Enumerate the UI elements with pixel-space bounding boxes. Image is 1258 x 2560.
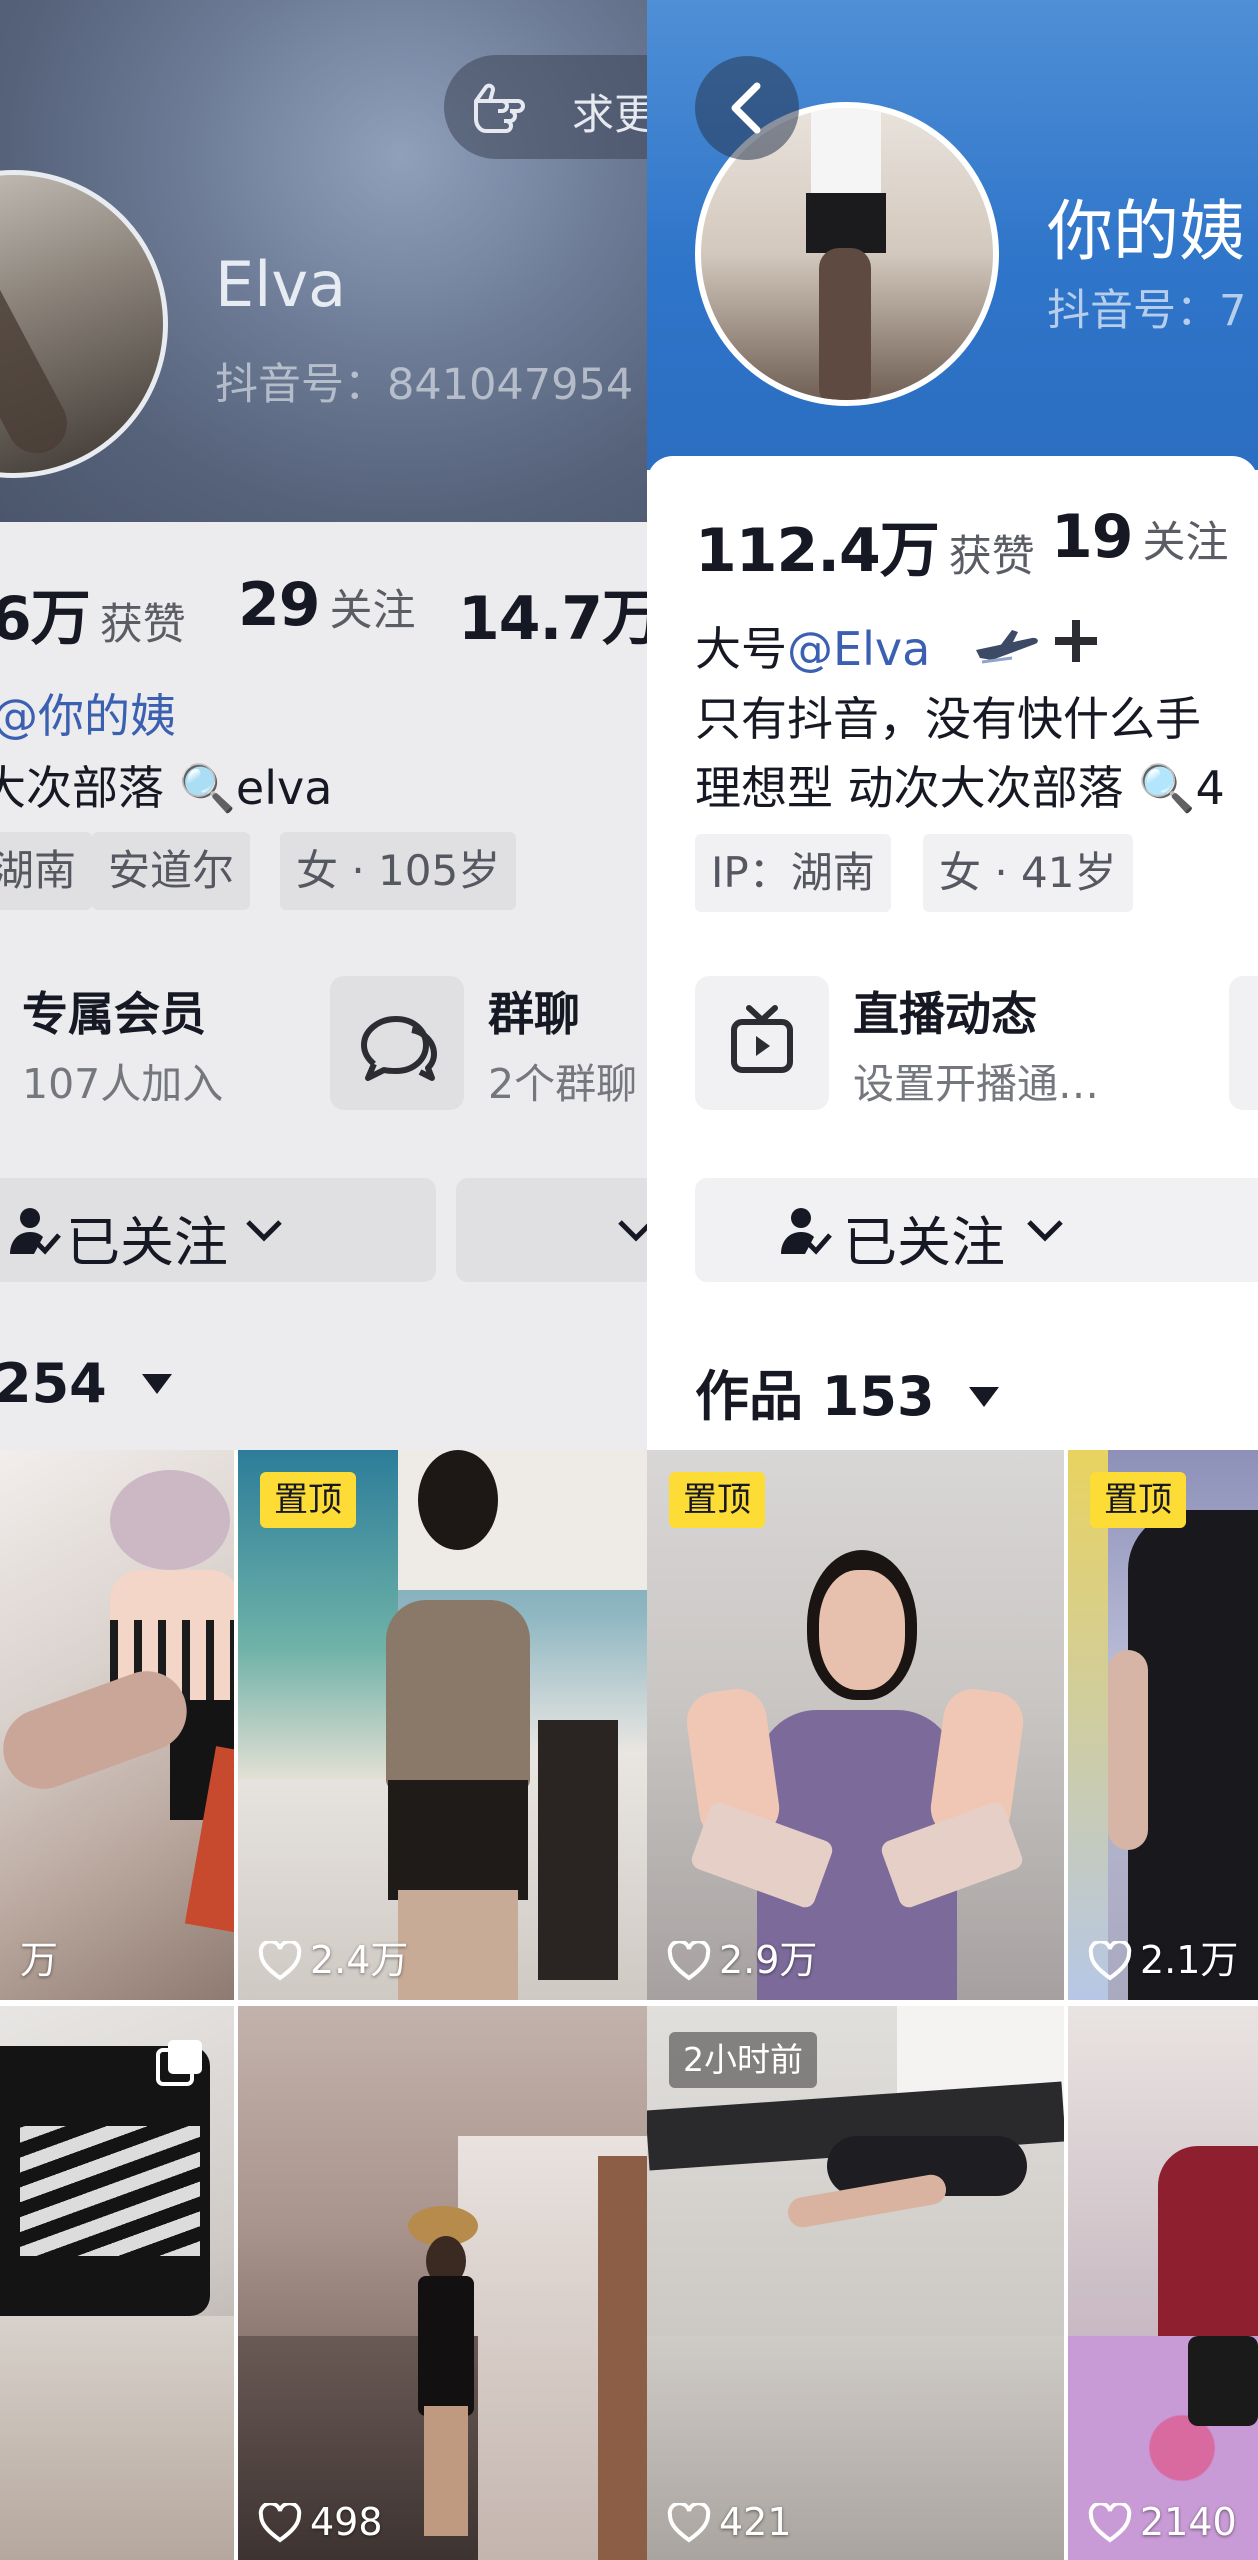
video-like-count: 2.4万 [258,1929,408,1984]
right-works-tab[interactable]: 作品 153 [695,1352,1001,1431]
right-profile-header: 你的姨 抖音号：7 [647,0,1258,470]
right-following-value: 19 [1051,502,1133,572]
right-tag-gender-age: 女 · 41岁 [923,834,1133,912]
live-subtitle: 设置开播通… [853,1060,1099,1108]
video-like-count: 421 [667,2500,792,2544]
video-thumbnail[interactable]: 2小时前 421 [647,2006,1064,2560]
right-profile-body [647,456,1258,1450]
left-nickname: Elva [215,248,347,321]
membership-subtitle: 107人加入 [22,1060,224,1108]
left-tag-location: 湖南 [0,832,93,910]
chevron-down-icon [246,1220,282,1242]
right-nickname: 你的姨 [1047,193,1245,270]
video-thumbnail[interactable] [0,2006,234,2560]
group-chat-icon-box[interactable] [330,976,464,1110]
pinned-badge: 置顶 [1090,1472,1186,1528]
left-followers-value: 14.7万 [458,584,647,654]
back-button[interactable] [695,56,799,160]
video-thumbnail[interactable]: 置顶 2.9万 [647,1450,1064,2000]
video-thumbnail[interactable]: 置顶 2.4万 [238,1450,647,2000]
group-chat-subtitle: 2个群聊 [488,1060,638,1108]
left-following-label: 关注 [329,586,416,636]
left-following-value: 29 [238,570,320,640]
live-icon-box[interactable] [695,976,829,1110]
left-likes-label: 获赞 [99,600,186,650]
heart-icon [1088,1939,1132,1981]
plus-icon [1055,620,1097,662]
video-thumbnail[interactable]: 万 [0,1450,234,2000]
left-follow-label: 已关注 [66,1211,228,1274]
triangle-down-icon [969,1387,1000,1407]
right-bio-mention[interactable]: @Elva [787,622,930,676]
video-like-count: 2.1万 [1088,1929,1238,1984]
right-bio-line-2: 只有抖音，没有快什么手 [695,692,1201,746]
left-secondary-button[interactable] [456,1178,647,1282]
right-likes-value: 112.4万 [695,516,940,586]
left-bio: 大次部落 🔍elva [0,761,333,815]
video-thumbnail[interactable]: 置顶 2.1万 [1068,1450,1258,2000]
right-works-label: 作品 153 [695,1365,935,1428]
right-secondary-card[interactable] [1229,976,1258,1110]
plane-icon [976,630,1038,664]
right-bio-line-3: 理想型 动次大次部落 🔍4 [695,761,1225,815]
multi-image-icon [156,2040,202,2086]
left-linked-account[interactable]: @你的姨 [0,680,176,746]
right-bio-line-1: 大号@Elva [695,613,930,679]
right-bio-prefix: 大号 [695,622,787,676]
video-like-count: 2.9万 [667,1929,817,1984]
heart-icon [667,1939,711,1981]
video-thumbnail[interactable]: 498 [238,2006,647,2560]
group-chat-title[interactable]: 群聊 [488,978,580,1044]
left-profile-panel: Elva 抖音号：841047954 求更 6万 获赞 29 关注 14.7万 @你… [0,0,647,2560]
chevron-down-icon [1027,1220,1063,1242]
hand-point-icon [474,83,525,133]
right-profile-panel: 你的姨 抖音号：7 112.4万 获赞 19 关注 大号@Elva 只有抖音，没有快… [647,0,1258,2560]
wish-button[interactable]: 求更 [444,55,647,159]
left-likes-value: 6万 [0,584,91,654]
chat-bubble-icon [361,1016,437,1081]
back-arrow-icon [731,82,761,134]
wish-button-label: 求更 [572,90,647,139]
right-follow-label: 已关注 [843,1211,1005,1274]
left-avatar[interactable] [0,170,168,478]
left-follow-button[interactable]: 已关注 [0,1178,436,1282]
left-tag-region: 安道尔 [92,832,251,910]
left-works-count: 254 [0,1352,107,1415]
right-follow-button[interactable]: 已关注 [695,1178,1258,1282]
left-works-tab[interactable]: 254 [0,1352,174,1415]
video-thumbnail[interactable]: 2140 [1068,2006,1258,2560]
heart-icon [258,2501,302,2543]
heart-icon [667,2501,711,2543]
live-title[interactable]: 直播动态 [853,978,1037,1044]
user-check-icon [781,1208,832,1255]
right-douyin-id: 抖音号：7 [1047,286,1247,336]
heart-icon [258,1939,302,1981]
membership-title[interactable]: 专属会员 [22,978,206,1044]
video-like-count: 万 [20,1938,59,1982]
tv-icon [731,1005,793,1073]
left-stat-followers[interactable]: 14.7万 [458,570,647,657]
left-profile-header: Elva 抖音号：841047954 求更 [0,0,647,522]
right-tag-ip: IP：湖南 [695,834,891,912]
heart-icon [1088,2501,1132,2543]
right-likes-label: 获赞 [948,532,1035,582]
user-check-icon [10,1208,61,1255]
chevron-down-icon [618,1220,647,1242]
video-like-count: 2140 [1088,2500,1237,2544]
left-douyin-id: 抖音号：841047954 [215,360,634,410]
left-stat-likes[interactable]: 6万 获赞 [0,570,186,657]
pinned-badge: 置顶 [260,1472,356,1528]
left-tag-gender-age: 女 · 105岁 [280,832,517,910]
time-badge: 2小时前 [669,2032,817,2088]
video-like-count: 498 [258,2500,383,2544]
right-following-label: 关注 [1142,518,1229,568]
left-stat-following[interactable]: 29 关注 [238,570,416,640]
right-stat-likes[interactable]: 112.4万 获赞 [695,502,1035,589]
right-stat-following[interactable]: 19 关注 [1051,502,1229,572]
triangle-down-icon [141,1374,172,1394]
pinned-badge: 置顶 [669,1472,765,1528]
